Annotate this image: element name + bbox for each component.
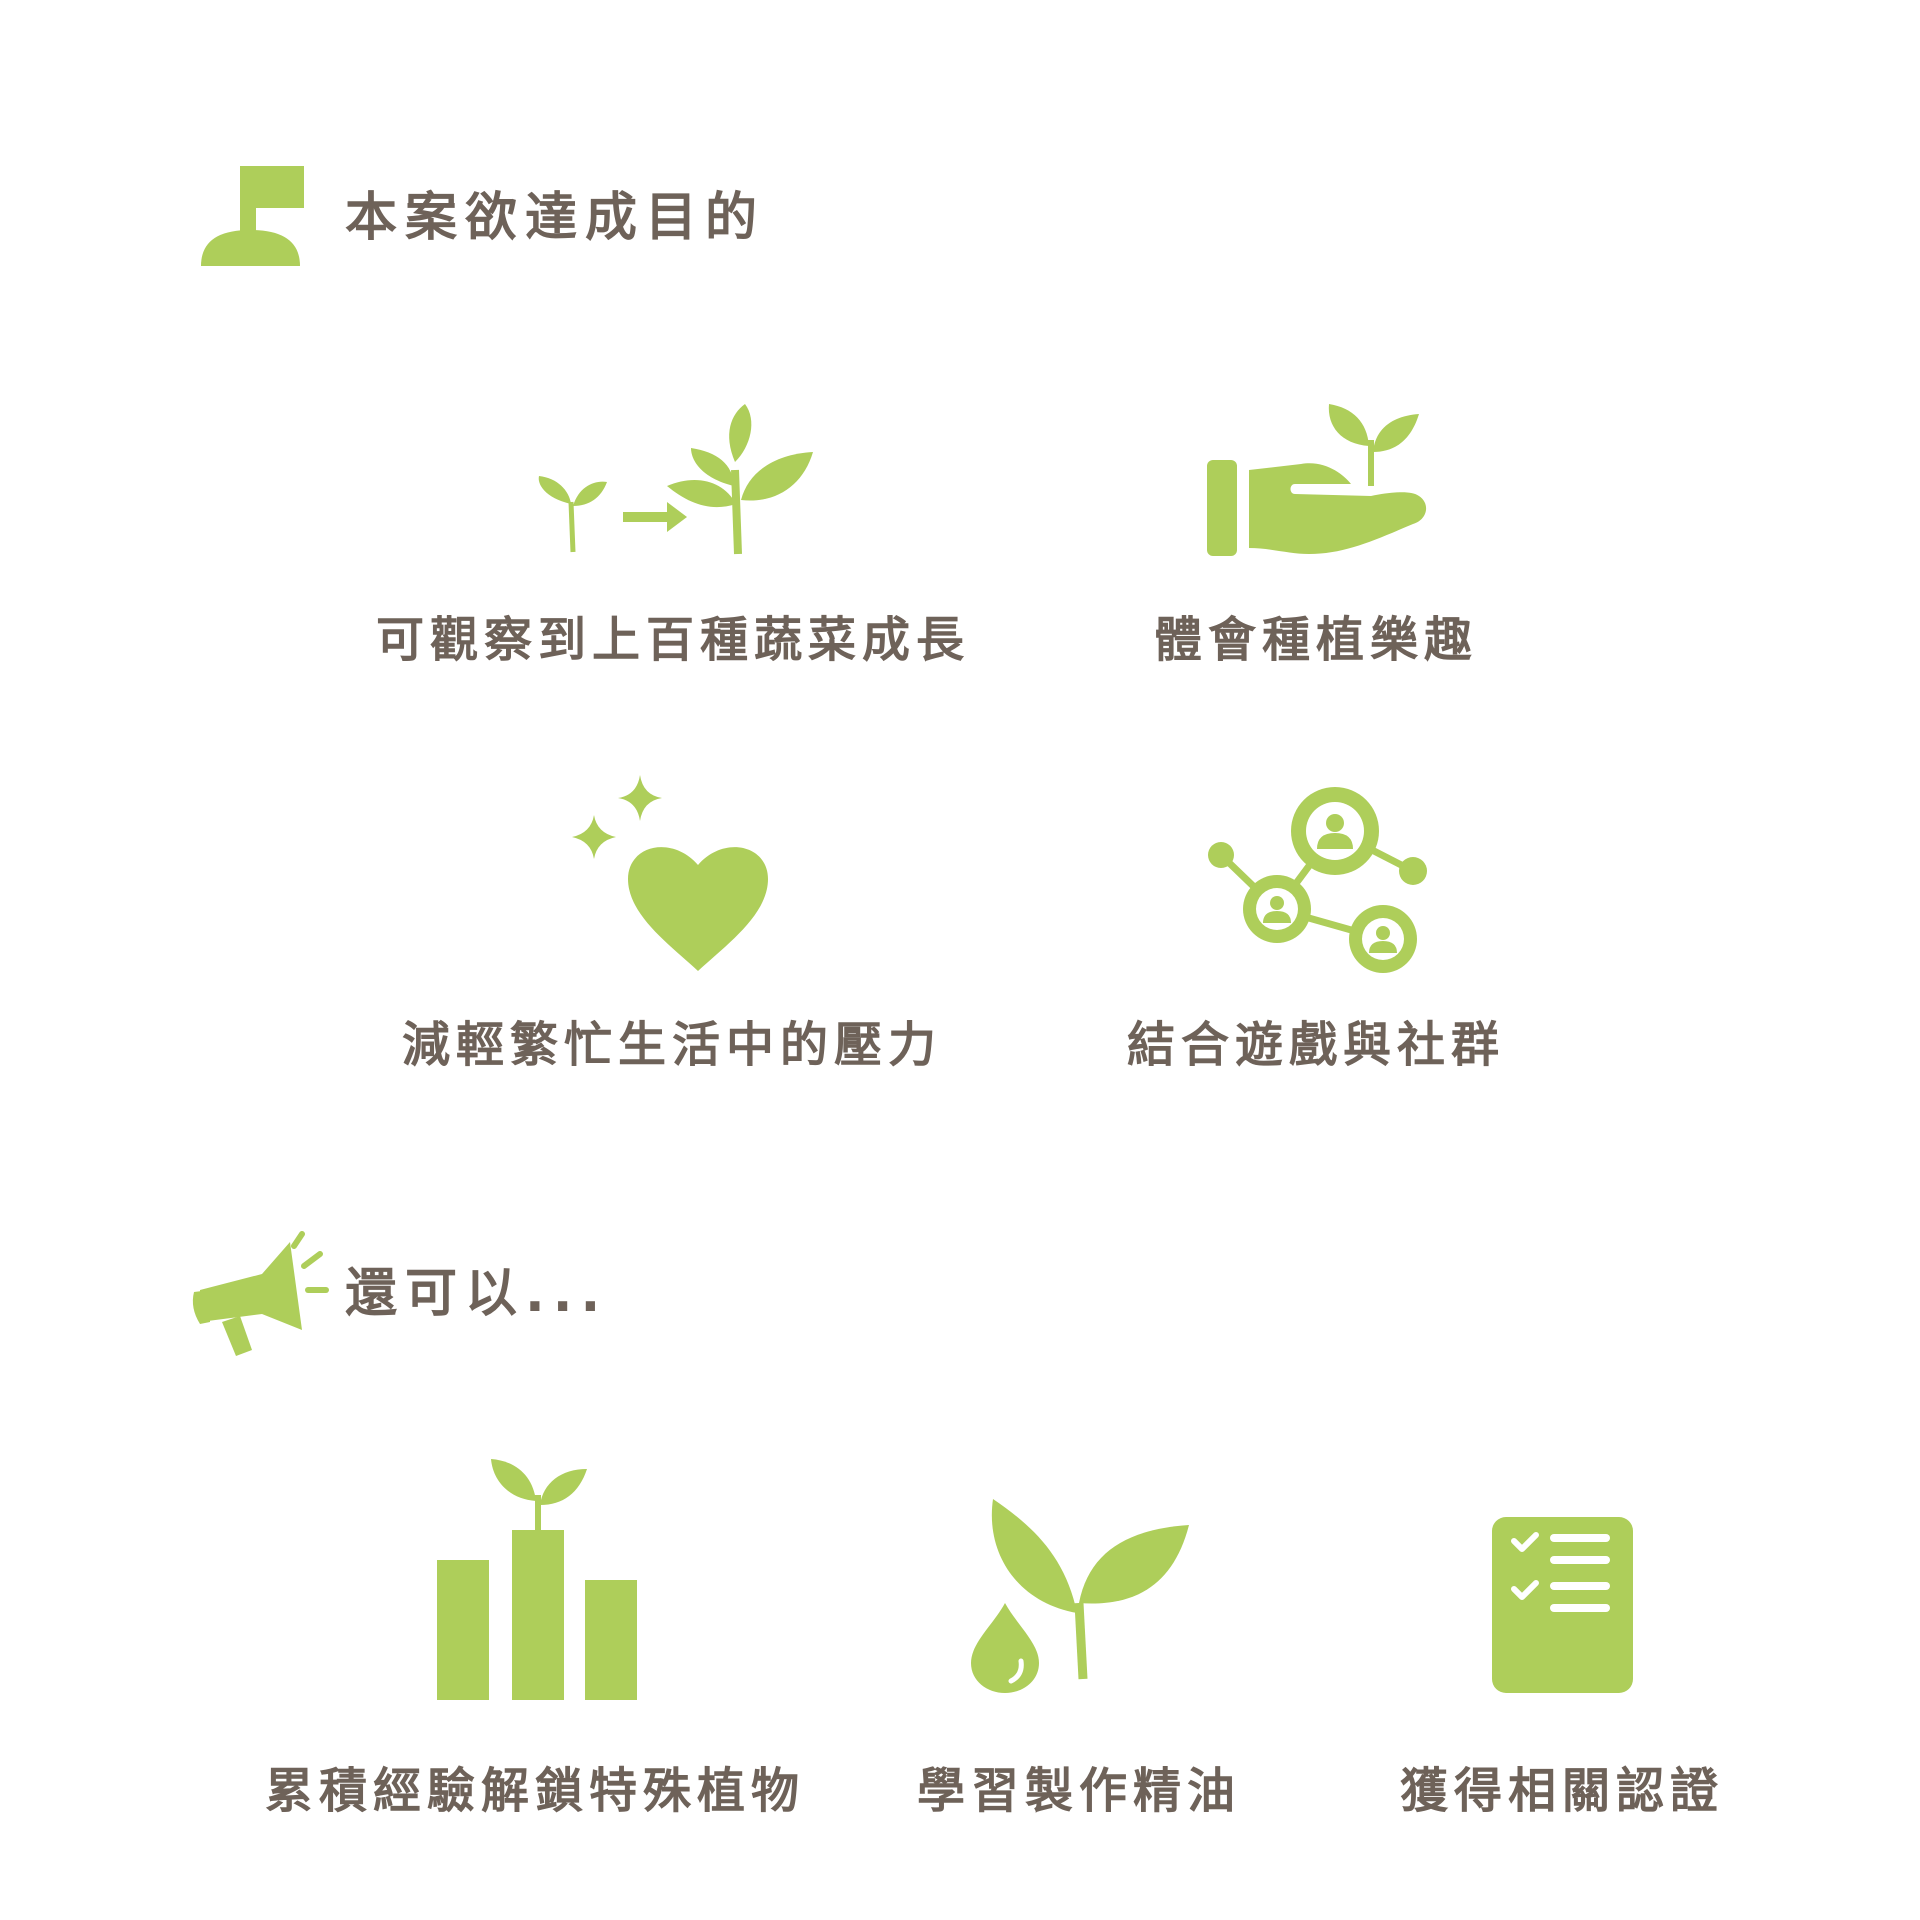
megaphone-icon bbox=[192, 1231, 329, 1356]
item-label: 學習製作精油 bbox=[916, 1763, 1242, 1819]
bar-chart-plant-icon bbox=[437, 1459, 637, 1700]
plant-oil-drop-icon bbox=[971, 1499, 1189, 1693]
item-label: 獲得相關認證 bbox=[1399, 1763, 1725, 1819]
sparkle-heart-icon bbox=[572, 775, 768, 971]
social-network-icon bbox=[1208, 787, 1427, 973]
item-label: 累積經驗解鎖特殊植物 bbox=[264, 1763, 806, 1819]
checklist-document-icon bbox=[1492, 1517, 1633, 1693]
item-label: 減輕繁忙生活中的壓力 bbox=[401, 1017, 943, 1073]
item-label: 結合遊戲與社群 bbox=[1126, 1017, 1506, 1073]
seedling-growth-icon bbox=[538, 404, 813, 555]
hand-holding-plant-icon bbox=[1207, 404, 1427, 556]
item-label: 可觀察到上百種蔬菜成長 bbox=[375, 612, 971, 668]
section2-heading: 還可以... bbox=[345, 1264, 609, 1324]
item-label: 體會種植樂趣 bbox=[1153, 612, 1479, 668]
section1-heading: 本案欲達成目的 bbox=[345, 188, 766, 248]
flag-icon bbox=[201, 166, 304, 266]
